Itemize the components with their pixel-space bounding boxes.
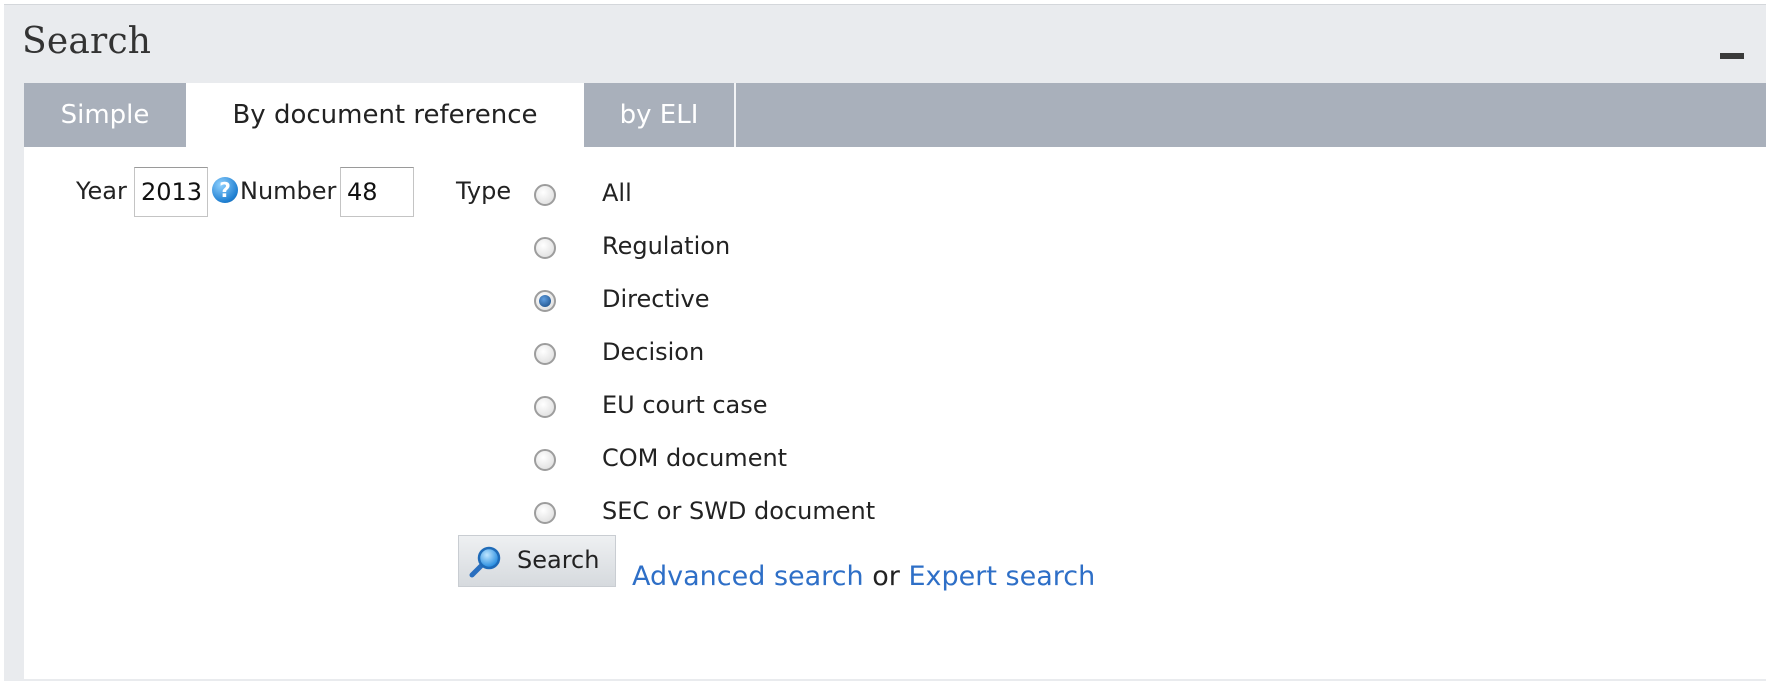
radio-all[interactable] [534,184,556,206]
radio-com-document[interactable] [534,449,556,471]
search-content: Simple By document reference by ELI Year… [24,83,1766,679]
help-icon[interactable]: ? [212,177,238,203]
tab-bar: Simple By document reference by ELI [24,83,1766,147]
search-button[interactable]: Search [458,535,616,587]
year-label: Year [76,177,127,205]
radio-eu-court-case[interactable] [534,396,556,418]
tab-by-document-reference[interactable]: By document reference [186,83,584,147]
document-reference-form: Year ? Number Type All Regulation Direct… [24,147,1766,679]
radio-label-com-document[interactable]: COM document [602,444,787,472]
radio-decision[interactable] [534,343,556,365]
search-panel: Search Simple By document reference by E… [4,4,1766,681]
number-field[interactable] [340,167,414,217]
tab-by-eli[interactable]: by ELI [584,83,736,147]
number-label: Number [240,177,337,205]
collapse-icon[interactable] [1720,53,1744,59]
search-button-label: Search [517,546,600,574]
tab-simple[interactable]: Simple [24,83,186,147]
radio-label-all[interactable]: All [602,179,632,207]
expert-search-link[interactable]: Expert search [908,561,1095,592]
radio-label-directive[interactable]: Directive [602,285,710,313]
advanced-search-link[interactable]: Advanced search [632,561,864,592]
radio-regulation[interactable] [534,237,556,259]
radio-label-decision[interactable]: Decision [602,338,704,366]
panel-title: Search [22,21,152,62]
type-label: Type [456,177,512,205]
radio-label-sec-swd-document[interactable]: SEC or SWD document [602,497,875,525]
radio-label-regulation[interactable]: Regulation [602,232,730,260]
search-links: Advanced search or Expert search [632,561,1095,592]
or-text: or [872,561,900,592]
year-field[interactable] [134,167,208,217]
radio-label-eu-court-case[interactable]: EU court case [602,391,768,419]
radio-directive[interactable] [534,290,556,312]
radio-sec-swd-document[interactable] [534,502,556,524]
magnifier-icon [469,546,501,578]
